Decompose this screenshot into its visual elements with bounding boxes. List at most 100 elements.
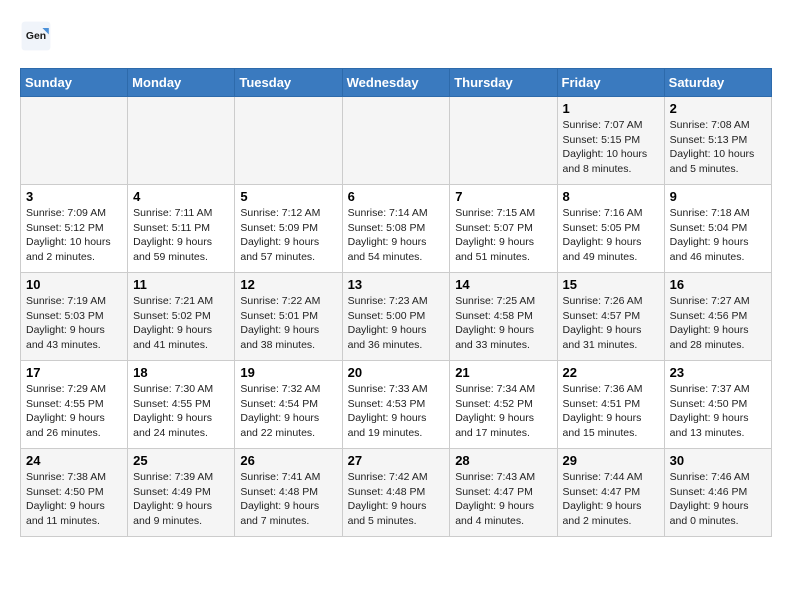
day-number: 22 xyxy=(563,365,659,380)
day-number: 8 xyxy=(563,189,659,204)
calendar-cell: 16 Sunrise: 7:27 AM Sunset: 4:56 PM Dayli… xyxy=(664,273,771,361)
calendar-cell: 1 Sunrise: 7:07 AM Sunset: 5:15 PM Daylig… xyxy=(557,97,664,185)
logo-icon: Gen xyxy=(20,20,52,52)
day-info: Sunrise: 7:44 AM Sunset: 4:47 PM Dayligh… xyxy=(563,470,659,529)
calendar-cell: 7 Sunrise: 7:15 AM Sunset: 5:07 PM Daylig… xyxy=(450,185,557,273)
day-info: Sunrise: 7:18 AM Sunset: 5:04 PM Dayligh… xyxy=(670,206,766,265)
day-number: 13 xyxy=(348,277,445,292)
day-number: 21 xyxy=(455,365,551,380)
calendar-cell xyxy=(21,97,128,185)
calendar-cell xyxy=(342,97,450,185)
calendar-cell: 29Sunrise: 7:44 AM Sunset: 4:47 PM Dayli… xyxy=(557,449,664,537)
day-info: Sunrise: 7:34 AM Sunset: 4:52 PM Dayligh… xyxy=(455,382,551,441)
calendar-body: 1 Sunrise: 7:07 AM Sunset: 5:15 PM Daylig… xyxy=(21,97,772,537)
day-number: 25 xyxy=(133,453,229,468)
day-info: Sunrise: 7:09 AM Sunset: 5:12 PM Dayligh… xyxy=(26,206,122,265)
calendar-cell xyxy=(235,97,342,185)
day-number: 30 xyxy=(670,453,766,468)
day-info: Sunrise: 7:22 AM Sunset: 5:01 PM Dayligh… xyxy=(240,294,336,353)
day-info: Sunrise: 7:08 AM Sunset: 5:13 PM Dayligh… xyxy=(670,118,766,177)
day-info: Sunrise: 7:07 AM Sunset: 5:15 PM Dayligh… xyxy=(563,118,659,177)
day-info: Sunrise: 7:23 AM Sunset: 5:00 PM Dayligh… xyxy=(348,294,445,353)
day-info: Sunrise: 7:39 AM Sunset: 4:49 PM Dayligh… xyxy=(133,470,229,529)
col-monday: Monday xyxy=(128,69,235,97)
day-number: 28 xyxy=(455,453,551,468)
calendar-row-3: 10 Sunrise: 7:19 AM Sunset: 5:03 PM Dayli… xyxy=(21,273,772,361)
calendar-cell: 3 Sunrise: 7:09 AM Sunset: 5:12 PM Daylig… xyxy=(21,185,128,273)
day-number: 15 xyxy=(563,277,659,292)
day-number: 2 xyxy=(670,101,766,116)
calendar-cell: 2 Sunrise: 7:08 AM Sunset: 5:13 PM Daylig… xyxy=(664,97,771,185)
calendar-cell: 10 Sunrise: 7:19 AM Sunset: 5:03 PM Dayli… xyxy=(21,273,128,361)
header-row: Sunday Monday Tuesday Wednesday Thursday… xyxy=(21,69,772,97)
calendar-cell: 4Sunrise: 7:11 AM Sunset: 5:11 PM Daylig… xyxy=(128,185,235,273)
col-saturday: Saturday xyxy=(664,69,771,97)
calendar-row-2: 3 Sunrise: 7:09 AM Sunset: 5:12 PM Daylig… xyxy=(21,185,772,273)
col-sunday: Sunday xyxy=(21,69,128,97)
calendar-table: Sunday Monday Tuesday Wednesday Thursday… xyxy=(20,68,772,537)
day-number: 17 xyxy=(26,365,122,380)
day-number: 18 xyxy=(133,365,229,380)
calendar-cell: 26 Sunrise: 7:41 AM Sunset: 4:48 PM Dayli… xyxy=(235,449,342,537)
day-number: 9 xyxy=(670,189,766,204)
calendar-cell: 30 Sunrise: 7:46 AM Sunset: 4:46 PM Dayli… xyxy=(664,449,771,537)
calendar-cell: 13 Sunrise: 7:23 AM Sunset: 5:00 PM Dayli… xyxy=(342,273,450,361)
calendar-cell: 15 Sunrise: 7:26 AM Sunset: 4:57 PM Dayli… xyxy=(557,273,664,361)
calendar-cell: 25 Sunrise: 7:39 AM Sunset: 4:49 PM Dayli… xyxy=(128,449,235,537)
day-info: Sunrise: 7:38 AM Sunset: 4:50 PM Dayligh… xyxy=(26,470,122,529)
calendar-header: Sunday Monday Tuesday Wednesday Thursday… xyxy=(21,69,772,97)
calendar-cell: 5 Sunrise: 7:12 AM Sunset: 5:09 PM Daylig… xyxy=(235,185,342,273)
day-info: Sunrise: 7:19 AM Sunset: 5:03 PM Dayligh… xyxy=(26,294,122,353)
day-number: 10 xyxy=(26,277,122,292)
day-info: Sunrise: 7:43 AM Sunset: 4:47 PM Dayligh… xyxy=(455,470,551,529)
calendar-cell xyxy=(450,97,557,185)
day-number: 19 xyxy=(240,365,336,380)
calendar-cell: 19 Sunrise: 7:32 AM Sunset: 4:54 PM Dayli… xyxy=(235,361,342,449)
calendar-cell: 18Sunrise: 7:30 AM Sunset: 4:55 PM Dayli… xyxy=(128,361,235,449)
day-number: 16 xyxy=(670,277,766,292)
day-number: 6 xyxy=(348,189,445,204)
day-info: Sunrise: 7:32 AM Sunset: 4:54 PM Dayligh… xyxy=(240,382,336,441)
day-info: Sunrise: 7:46 AM Sunset: 4:46 PM Dayligh… xyxy=(670,470,766,529)
col-thursday: Thursday xyxy=(450,69,557,97)
day-number: 5 xyxy=(240,189,336,204)
day-number: 20 xyxy=(348,365,445,380)
calendar-cell: 28 Sunrise: 7:43 AM Sunset: 4:47 PM Dayli… xyxy=(450,449,557,537)
day-number: 3 xyxy=(26,189,122,204)
calendar-cell: 24 Sunrise: 7:38 AM Sunset: 4:50 PM Dayli… xyxy=(21,449,128,537)
day-info: Sunrise: 7:27 AM Sunset: 4:56 PM Dayligh… xyxy=(670,294,766,353)
day-number: 1 xyxy=(563,101,659,116)
col-friday: Friday xyxy=(557,69,664,97)
calendar-row-4: 17Sunrise: 7:29 AM Sunset: 4:55 PM Dayli… xyxy=(21,361,772,449)
day-info: Sunrise: 7:42 AM Sunset: 4:48 PM Dayligh… xyxy=(348,470,445,529)
calendar-row-5: 24 Sunrise: 7:38 AM Sunset: 4:50 PM Dayli… xyxy=(21,449,772,537)
calendar-cell: 9 Sunrise: 7:18 AM Sunset: 5:04 PM Daylig… xyxy=(664,185,771,273)
day-number: 7 xyxy=(455,189,551,204)
day-number: 27 xyxy=(348,453,445,468)
calendar-cell: 20 Sunrise: 7:33 AM Sunset: 4:53 PM Dayli… xyxy=(342,361,450,449)
svg-text:Gen: Gen xyxy=(26,31,46,42)
day-info: Sunrise: 7:41 AM Sunset: 4:48 PM Dayligh… xyxy=(240,470,336,529)
logo: Gen xyxy=(20,20,58,52)
col-tuesday: Tuesday xyxy=(235,69,342,97)
calendar-cell: 11Sunrise: 7:21 AM Sunset: 5:02 PM Dayli… xyxy=(128,273,235,361)
calendar-cell: 6 Sunrise: 7:14 AM Sunset: 5:08 PM Daylig… xyxy=(342,185,450,273)
calendar-cell: 22Sunrise: 7:36 AM Sunset: 4:51 PM Dayli… xyxy=(557,361,664,449)
calendar-cell: 8Sunrise: 7:16 AM Sunset: 5:05 PM Daylig… xyxy=(557,185,664,273)
day-number: 24 xyxy=(26,453,122,468)
day-number: 12 xyxy=(240,277,336,292)
calendar-cell: 12 Sunrise: 7:22 AM Sunset: 5:01 PM Dayli… xyxy=(235,273,342,361)
day-info: Sunrise: 7:14 AM Sunset: 5:08 PM Dayligh… xyxy=(348,206,445,265)
day-info: Sunrise: 7:15 AM Sunset: 5:07 PM Dayligh… xyxy=(455,206,551,265)
day-info: Sunrise: 7:33 AM Sunset: 4:53 PM Dayligh… xyxy=(348,382,445,441)
calendar-cell: 27 Sunrise: 7:42 AM Sunset: 4:48 PM Dayli… xyxy=(342,449,450,537)
calendar-cell xyxy=(128,97,235,185)
day-number: 11 xyxy=(133,277,229,292)
day-info: Sunrise: 7:12 AM Sunset: 5:09 PM Dayligh… xyxy=(240,206,336,265)
day-number: 4 xyxy=(133,189,229,204)
calendar-row-1: 1 Sunrise: 7:07 AM Sunset: 5:15 PM Daylig… xyxy=(21,97,772,185)
day-number: 23 xyxy=(670,365,766,380)
day-info: Sunrise: 7:26 AM Sunset: 4:57 PM Dayligh… xyxy=(563,294,659,353)
day-number: 26 xyxy=(240,453,336,468)
day-number: 14 xyxy=(455,277,551,292)
